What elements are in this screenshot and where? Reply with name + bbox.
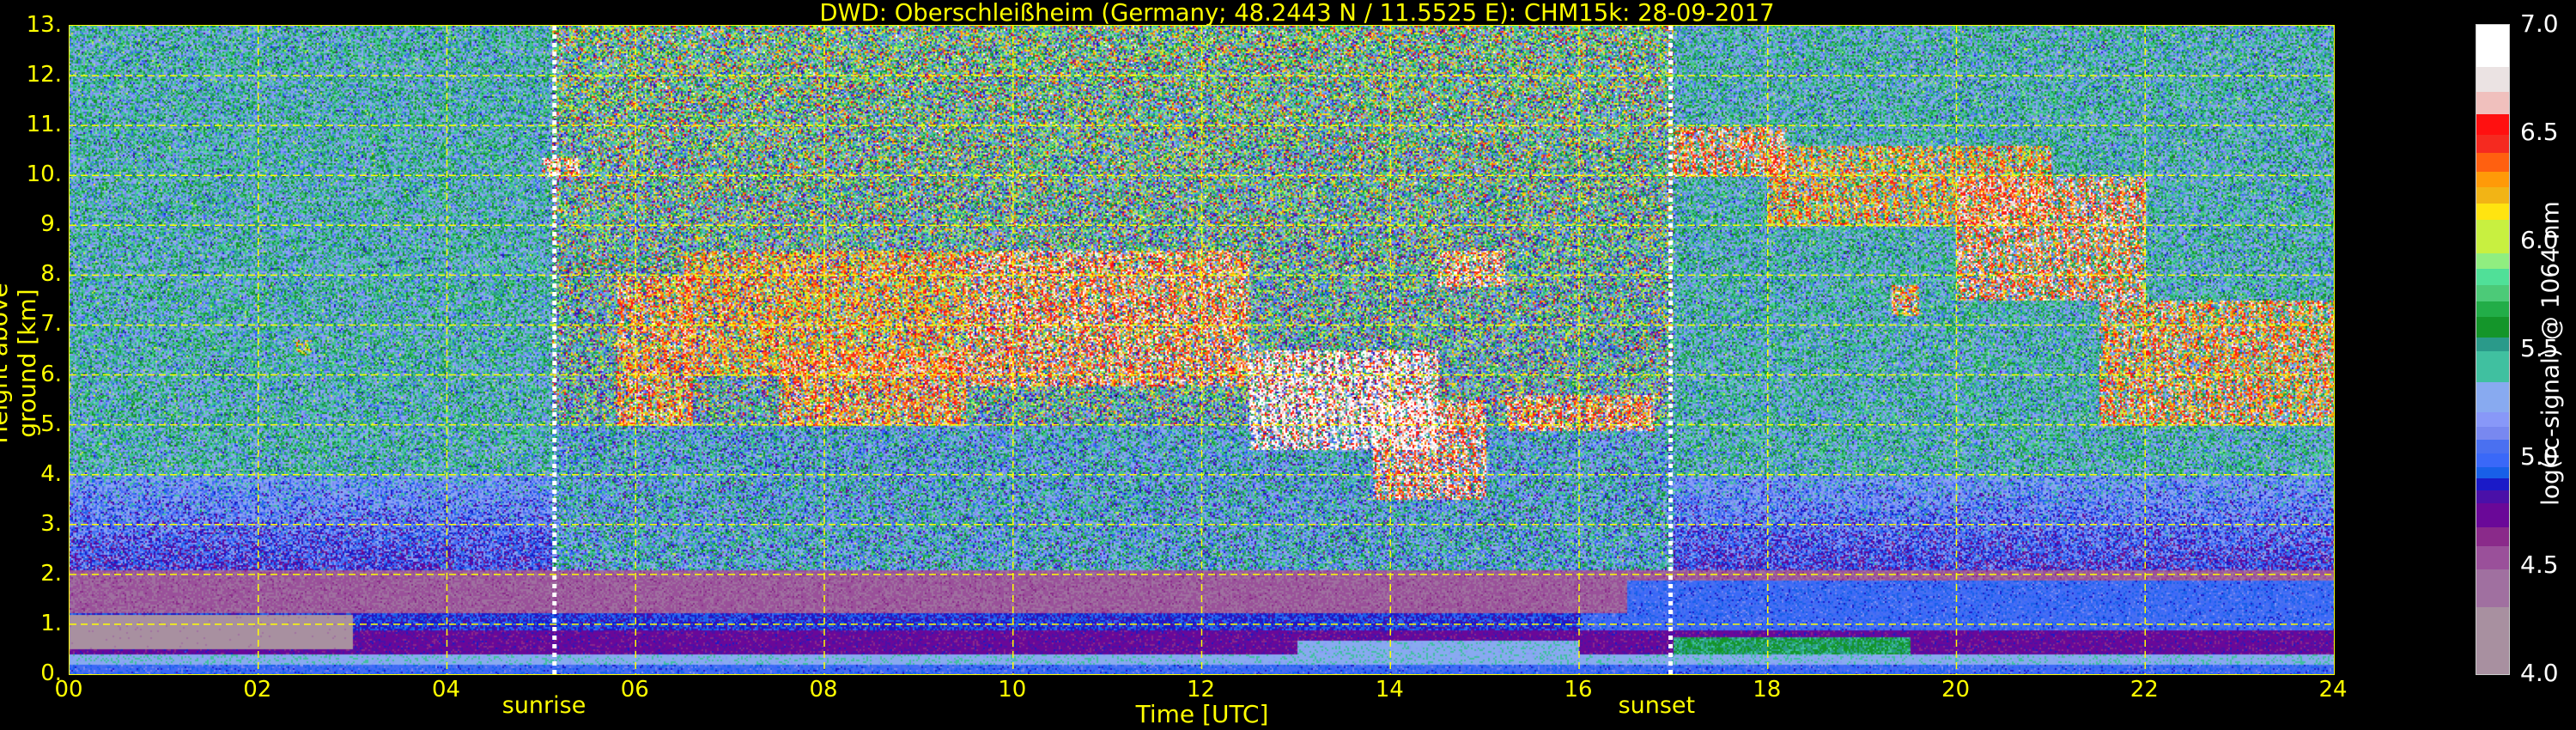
colorbar-tick-label: 4.5	[2520, 551, 2559, 579]
colorbar-level	[2476, 440, 2509, 454]
colorbar-level	[2476, 478, 2509, 491]
colorbar-level	[2476, 220, 2509, 254]
colorbar-level	[2476, 569, 2509, 608]
colorbar-level	[2476, 301, 2509, 318]
sunset-label: sunset	[1618, 692, 1696, 719]
colorbar-level	[2476, 66, 2509, 93]
x-tick-label: 12	[1186, 677, 1216, 703]
colorbar-level	[2476, 252, 2509, 270]
y-tick-label: 12.	[26, 62, 62, 88]
x-tick-label: 18	[1753, 677, 1782, 703]
colorbar-tick-label: 6.5	[2520, 118, 2559, 146]
x-tick-label: 24	[2318, 677, 2348, 703]
colorbar-level	[2476, 204, 2509, 221]
y-tick-label: 13.	[26, 12, 62, 38]
colorbar-level	[2476, 134, 2509, 154]
colorbar-level	[2476, 25, 2509, 68]
colorbar-tick-label: 4.0	[2520, 659, 2559, 687]
colorbar-level	[2476, 92, 2509, 115]
colorbar-level	[2476, 114, 2509, 135]
x-tick-label: 02	[243, 677, 272, 703]
y-tick-label: 9.	[40, 211, 62, 238]
colorbar-level	[2476, 503, 2509, 528]
x-tick-label: 14	[1375, 677, 1404, 703]
y-tick-label: 3.	[40, 510, 62, 537]
x-tick-label: 22	[2129, 677, 2159, 703]
x-tick-label: 04	[431, 677, 461, 703]
colorbar-level	[2476, 351, 2509, 383]
colorbar-level	[2476, 337, 2509, 352]
x-tick-label: 16	[1564, 677, 1593, 703]
colorbar-level	[2476, 153, 2509, 173]
x-tick-label: 00	[54, 677, 83, 703]
plot-area	[69, 25, 2335, 675]
x-tick-label: 08	[809, 677, 838, 703]
grid-overlay	[70, 26, 2334, 674]
colorbar-level	[2476, 426, 2509, 441]
colorbar-level	[2476, 606, 2509, 675]
y-axis-label: Height above ground [km]	[0, 283, 41, 444]
colorbar	[2476, 24, 2510, 675]
colorbar-level	[2476, 490, 2509, 504]
colorbar-level	[2476, 317, 2509, 338]
colorbar-level	[2476, 546, 2509, 570]
x-tick-label: 10	[998, 677, 1027, 703]
colorbar-level	[2476, 382, 2509, 413]
colorbar-level	[2476, 269, 2509, 286]
chart-title: DWD: Oberschleißheim (Germany; 48.2443 N…	[818, 0, 1775, 27]
y-tick-label: 1.	[40, 610, 62, 636]
y-tick-label: 11.	[26, 112, 62, 138]
colorbar-level	[2476, 411, 2509, 428]
colorbar-level	[2476, 187, 2509, 204]
colorbar-level	[2476, 453, 2509, 468]
colorbar-tick-label: 7.0	[2520, 9, 2559, 38]
colorbar-level	[2476, 467, 2509, 479]
colorbar-level	[2476, 171, 2509, 188]
colorbar-level	[2476, 284, 2509, 302]
sunrise-label: sunrise	[501, 692, 586, 719]
x-tick-label: 20	[1941, 677, 1971, 703]
y-tick-label: 2.	[40, 560, 62, 587]
x-axis-label: Time [UTC]	[1135, 700, 1269, 728]
colorbar-level	[2476, 526, 2509, 547]
colorbar-label: log(rc-signal) @ 1064 nm	[2536, 201, 2565, 506]
y-tick-label: 10.	[26, 161, 62, 188]
x-tick-label: 06	[620, 677, 649, 703]
